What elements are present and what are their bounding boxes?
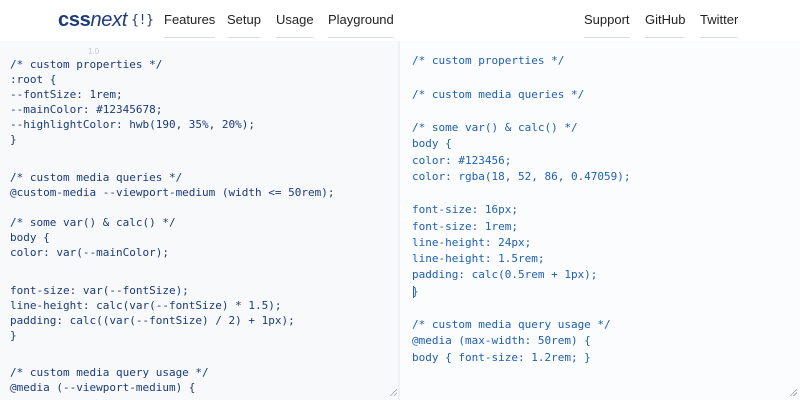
input-line-1: /* custom properties */ [10,58,163,71]
input-line-9: @custom-media --viewport-medium (width <… [10,186,335,199]
input-line-4: --mainColor: #12345678; [10,103,163,116]
top-navigation: cssnext {!} Features Setup Usage Playgrou… [0,0,800,40]
logo-text-css: css [58,9,91,31]
output-line-18: @media (max-width: 50rem) { [412,334,591,347]
input-line-3: --fontSize: 1rem; [10,88,123,101]
output-line-13: line-height: 1.5rem; [412,252,545,265]
output-line-7: color: #123456; [412,154,512,167]
nav-link-twitter[interactable]: Twitter [700,12,739,38]
text-cursor [413,286,414,298]
input-css-editor[interactable]: 1.0 /* custom properties */ :root { --fo… [0,41,399,400]
output-line-10: font-size: 16px; [412,203,518,216]
output-line-12: line-height: 24px; [412,236,532,249]
nav-link-github[interactable]: GitHub [645,12,686,38]
resize-handle-icon[interactable] [389,388,397,396]
cssnext-logo[interactable]: cssnext {!} [58,9,154,32]
input-line-8: /* custom media queries */ [10,171,183,184]
output-line-19: body { font-size: 1.2rem; } [412,351,591,364]
editor-hint: 1.0 [88,47,100,56]
nav-link-setup[interactable]: Setup [227,12,261,38]
input-line-20: /* custom media query usage */ [10,366,209,379]
output-line-5: /* some var() & calc() */ [412,121,578,134]
resize-handle-icon[interactable] [789,388,797,396]
output-line-17: /* custom media query usage */ [412,318,611,331]
output-line-6: body { [412,137,452,150]
output-line-8: color: rgba(18, 52, 86, 0.47059); [412,170,631,183]
output-line-1: /* custom properties */ [412,54,565,67]
nav-link-support[interactable]: Support [584,12,630,38]
input-line-21: @media (--viewport-medium) { [10,381,196,394]
input-line-15: font-size: var(--fontSize); [10,284,189,297]
input-line-18: } [10,329,17,342]
input-line-11: /* some var() & calc() */ [10,216,176,229]
input-line-12: body { [10,231,50,244]
output-css-editor[interactable]: /* custom properties */ /* custom media … [400,41,800,400]
input-line-13: color: var(--mainColor); [10,246,169,259]
output-line-14: padding: calc(0.5rem + 1px); [412,268,598,281]
logo-brace-icon: {!} [131,13,154,28]
input-line-17: padding: calc((var(--fontSize) / 2) + 1p… [10,314,295,327]
input-line-5: --highlightColor: hwb(190, 35%, 20%); [10,118,256,131]
nav-link-usage[interactable]: Usage [276,12,314,38]
input-line-16: line-height: calc(var(--fontSize) * 1.5)… [10,299,282,312]
logo-text-next: next [90,9,128,31]
nav-link-features[interactable]: Features [164,12,216,38]
output-line-3: /* custom media queries */ [412,88,585,101]
output-line-11: font-size: 1rem; [412,220,518,233]
input-line-6: } [10,133,17,146]
nav-link-playground[interactable]: Playground [328,12,394,38]
input-line-2: :root { [10,73,57,86]
